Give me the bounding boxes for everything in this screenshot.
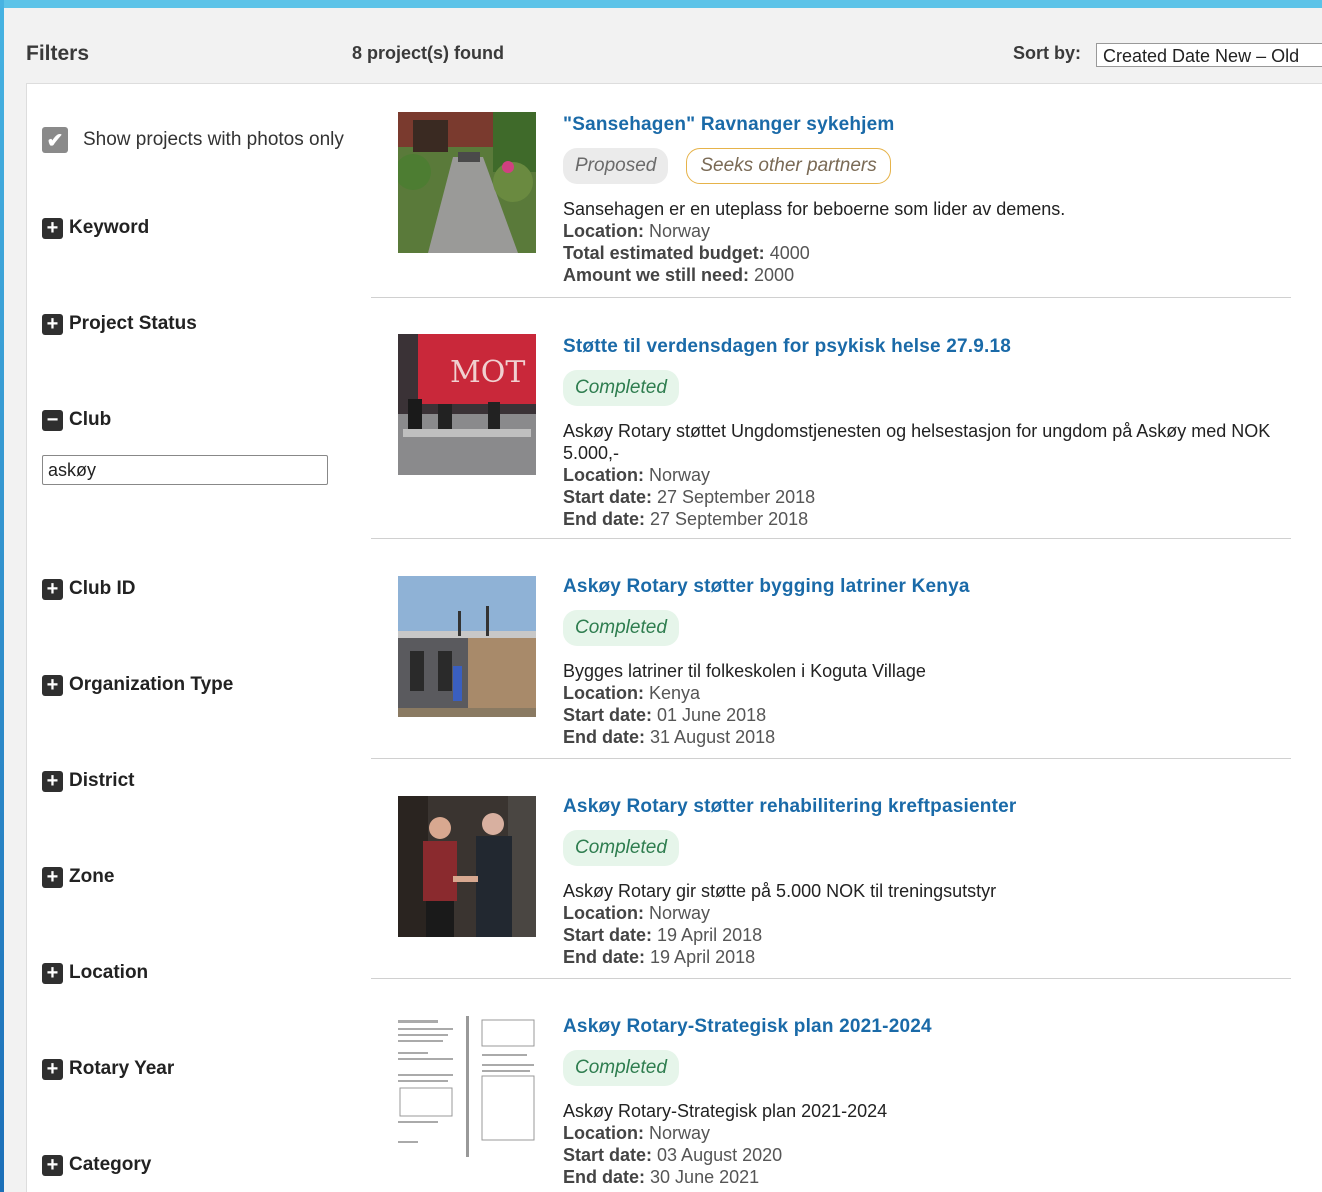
- project-location: Location: Norway: [563, 221, 711, 241]
- project-title[interactable]: Støtte til verdensdagen for psykisk hels…: [563, 336, 1283, 358]
- project-card: MOT Støtte til verdensdagen for psykisk …: [371, 297, 1291, 539]
- filter-label: Project Status: [69, 313, 197, 334]
- partner-badge: Seeks other partners: [686, 148, 891, 184]
- filter-label: Location: [69, 962, 149, 983]
- filter-keyword[interactable]: + Keyword: [42, 217, 149, 239]
- status-badge: Completed: [563, 370, 679, 406]
- photo-only-checkbox[interactable]: ✔: [42, 127, 68, 153]
- project-info: Askøy Rotary-Strategisk plan 2021-2024 C…: [563, 1016, 1283, 1188]
- project-photo-handshake[interactable]: [398, 796, 536, 937]
- club-input[interactable]: askøy: [42, 455, 328, 485]
- filter-label: Club ID: [69, 578, 136, 599]
- filter-label: Club: [69, 409, 112, 430]
- project-card: Askøy Rotary-Strategisk plan 2021-2024 C…: [371, 978, 1291, 1192]
- project-need: Amount we still need: 2000: [563, 265, 795, 285]
- filter-label: Keyword: [69, 217, 150, 238]
- project-location: Location: Norway: [563, 1123, 711, 1143]
- results-list: "Sansehagen" Ravnanger sykehjem Proposed…: [371, 83, 1322, 1192]
- project-photo-garden[interactable]: [398, 112, 536, 253]
- sort-label: Sort by:: [1013, 43, 1082, 63]
- status-badge: Completed: [563, 1050, 679, 1086]
- filter-location[interactable]: + Location: [42, 962, 148, 984]
- project-title[interactable]: Askøy Rotary støtter rehabilitering kref…: [563, 796, 1283, 818]
- filter-district[interactable]: + District: [42, 770, 134, 792]
- project-card: "Sansehagen" Ravnanger sykehjem Proposed…: [371, 84, 1291, 298]
- filter-category[interactable]: + Category: [42, 1154, 151, 1176]
- filter-label: Category: [69, 1154, 152, 1175]
- project-info: Askøy Rotary støtter bygging latriner Ke…: [563, 576, 1283, 748]
- expand-icon[interactable]: +: [42, 1154, 63, 1176]
- project-end-date: End date: 27 September 2018: [563, 509, 809, 529]
- project-description: Bygges latriner til folkeskolen i Koguta…: [563, 661, 926, 681]
- project-start-date: Start date: 03 August 2020: [563, 1145, 783, 1165]
- project-search-page: Filters 8 project(s) found Sort by: Crea…: [4, 8, 1322, 1192]
- project-location: Location: Norway: [563, 465, 711, 485]
- status-badge: Completed: [563, 830, 679, 866]
- expand-icon[interactable]: +: [42, 770, 63, 792]
- status-badge: Proposed: [563, 148, 669, 184]
- filter-label: Zone: [69, 866, 115, 887]
- project-card: Askøy Rotary støtter rehabilitering kref…: [371, 758, 1291, 979]
- photo-only-filter[interactable]: ✔ Show projects with photos only: [42, 127, 344, 153]
- project-description: Sansehagen er en uteplass for beboerne s…: [563, 199, 1066, 219]
- expand-icon[interactable]: +: [42, 217, 63, 239]
- project-end-date: End date: 31 August 2018: [563, 727, 776, 747]
- project-end-date: End date: 19 April 2018: [563, 947, 756, 967]
- project-info: "Sansehagen" Ravnanger sykehjem Proposed…: [563, 114, 1283, 286]
- expand-icon[interactable]: +: [42, 866, 63, 888]
- filter-club[interactable]: − Club: [42, 409, 111, 431]
- svg-text:MOT: MOT: [450, 355, 525, 390]
- filter-project-status[interactable]: + Project Status: [42, 313, 197, 335]
- sort-select[interactable]: Created Date New – Old: [1096, 43, 1322, 67]
- status-badge: Completed: [563, 610, 679, 646]
- project-start-date: Start date: 01 June 2018: [563, 705, 767, 725]
- project-start-date: Start date: 19 April 2018: [563, 925, 763, 945]
- project-location: Location: Kenya: [563, 683, 701, 703]
- project-title[interactable]: Askøy Rotary-Strategisk plan 2021-2024: [563, 1016, 1283, 1038]
- project-description: Askøy Rotary gir støtte på 5.000 NOK til…: [563, 881, 997, 901]
- project-title[interactable]: "Sansehagen" Ravnanger sykehjem: [563, 114, 1283, 136]
- photo-only-label: Show projects with photos only: [83, 129, 344, 150]
- filters-title: Filters: [26, 42, 90, 65]
- project-end-date: End date: 30 June 2021: [563, 1167, 760, 1187]
- project-description: Askøy Rotary støttet Ungdomstjenesten og…: [563, 421, 1271, 463]
- filter-organization-type[interactable]: + Organization Type: [42, 674, 233, 696]
- project-info: Askøy Rotary støtter rehabilitering kref…: [563, 796, 1283, 968]
- project-photo-latrine[interactable]: [398, 576, 536, 717]
- expand-icon[interactable]: +: [42, 578, 63, 600]
- expand-icon[interactable]: +: [42, 962, 63, 984]
- expand-icon[interactable]: +: [42, 1058, 63, 1080]
- result-count: 8 project(s) found: [352, 43, 504, 63]
- project-budget: Total estimated budget: 4000: [563, 243, 810, 263]
- project-title[interactable]: Askøy Rotary støtter bygging latriner Ke…: [563, 576, 1283, 598]
- project-start-date: Start date: 27 September 2018: [563, 487, 816, 507]
- filter-zone[interactable]: + Zone: [42, 866, 114, 888]
- filter-label: Organization Type: [69, 674, 234, 695]
- filter-label: District: [69, 770, 135, 791]
- filters-sidebar: ✔ Show projects with photos only + Keywo…: [26, 83, 372, 1192]
- project-photo-document[interactable]: [398, 1016, 536, 1157]
- project-description: Askøy Rotary-Strategisk plan 2021-2024: [563, 1101, 888, 1121]
- filter-rotary-year[interactable]: + Rotary Year: [42, 1058, 174, 1080]
- window-top-strip: [0, 0, 1322, 8]
- expand-icon[interactable]: +: [42, 313, 63, 335]
- project-location: Location: Norway: [563, 903, 711, 923]
- project-info: Støtte til verdensdagen for psykisk hels…: [563, 336, 1283, 530]
- filter-club-id[interactable]: + Club ID: [42, 578, 136, 600]
- project-photo-event[interactable]: MOT: [398, 334, 536, 475]
- collapse-icon[interactable]: −: [42, 409, 63, 431]
- project-card: Askøy Rotary støtter bygging latriner Ke…: [371, 538, 1291, 759]
- filter-label: Rotary Year: [69, 1058, 175, 1079]
- expand-icon[interactable]: +: [42, 674, 63, 696]
